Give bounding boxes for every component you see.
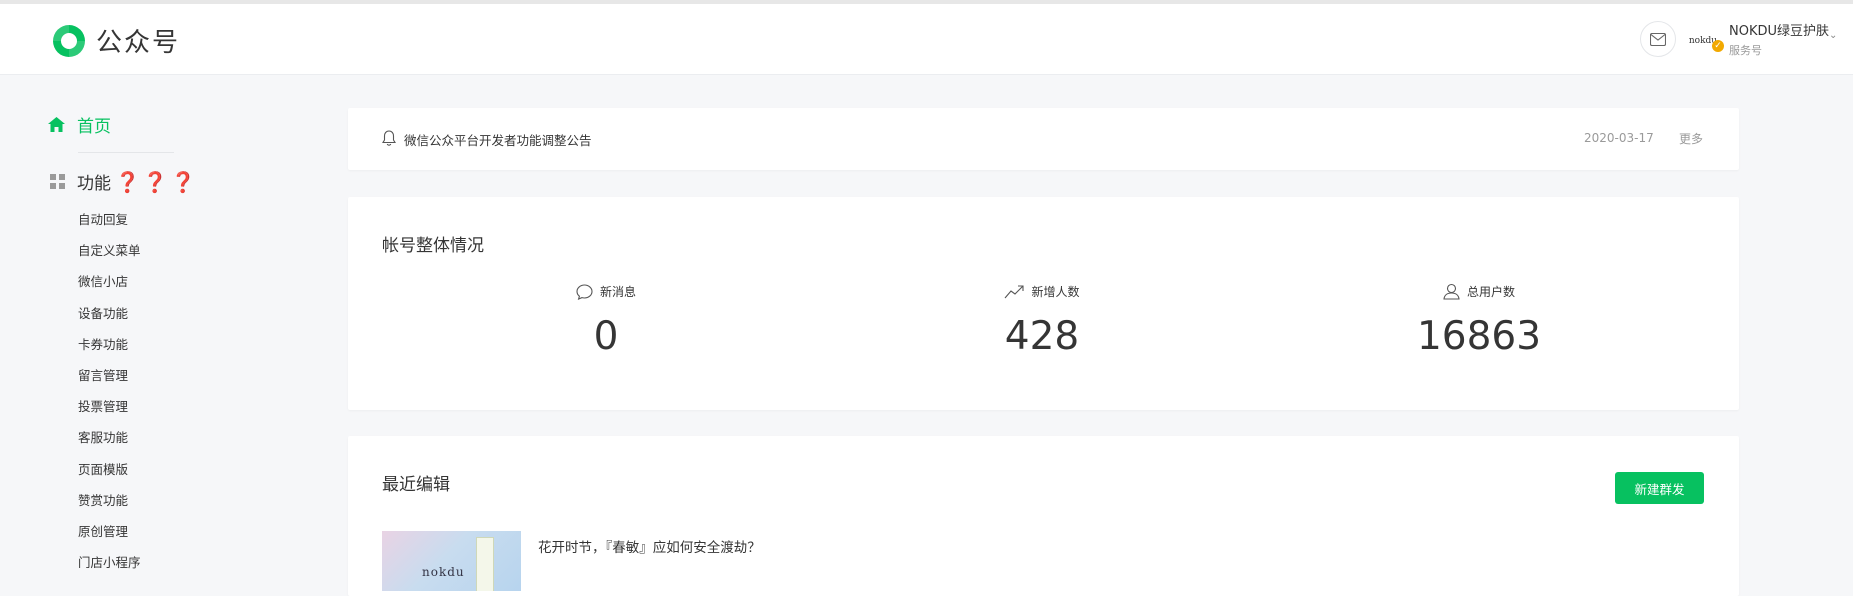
sidebar-section-label: 功能 — [77, 174, 111, 194]
new-broadcast-button[interactable]: 新建群发 — [1615, 472, 1704, 504]
recent-title: 最近编辑 — [382, 475, 450, 495]
sidebar-item-custom-menu[interactable]: 自定义菜单 — [78, 241, 141, 272]
trend-up-icon — [1005, 284, 1025, 298]
notice-card: 微信公众平台开发者功能调整公告 2020-03-17 更多 — [348, 108, 1739, 170]
stat-new-followers[interactable]: 新增人数 428 — [922, 283, 1162, 359]
article-title-link[interactable]: 花开时节，『春敏』应如何安全渡劫？ — [538, 536, 761, 556]
sidebar-item-coupons[interactable]: 卡券功能 — [78, 335, 141, 366]
brand-title: 公众号 — [96, 28, 181, 58]
stat-label-row: 总用户数 — [1359, 283, 1599, 300]
wechat-mp-logo-icon[interactable] — [49, 21, 89, 61]
stat-label: 新消息 — [599, 285, 636, 299]
question-marks: ❓❓❓ — [115, 169, 199, 194]
sidebar-item-wechat-shop[interactable]: 微信小店 — [78, 272, 141, 303]
sidebar-section-functions: 功能 ❓❓❓ — [50, 169, 199, 194]
stat-label-row: 新增人数 — [922, 283, 1162, 300]
sidebar-item-originals[interactable]: 原创管理 — [78, 522, 141, 553]
bell-icon — [382, 130, 396, 146]
article-thumbnail[interactable]: nokdu — [382, 531, 521, 591]
notice-date: 2020-03-17 — [1584, 131, 1654, 145]
header: 公众号 nokdu ✓ NOKDU绿豆护肤 服务号 ⌄ — [0, 4, 1853, 75]
sidebar-item-label: 首页 — [77, 117, 111, 137]
recent-edits-card: 最近编辑 新建群发 nokdu 花开时节，『春敏』应如何安全渡劫？ — [348, 436, 1739, 596]
sidebar-item-device[interactable]: 设备功能 — [78, 304, 141, 335]
sidebar-item-auto-reply[interactable]: 自动回复 — [78, 210, 141, 241]
more-link[interactable]: 更多 — [1679, 130, 1703, 147]
stat-label: 新增人数 — [1031, 285, 1080, 299]
stat-total-users[interactable]: 总用户数 16863 — [1359, 283, 1599, 359]
stat-label: 总用户数 — [1466, 285, 1515, 299]
account-type: 服务号 — [1729, 44, 1762, 57]
stat-new-messages[interactable]: 新消息 0 — [486, 283, 726, 359]
overview-title: 帐号整体情况 — [382, 236, 484, 256]
sidebar-item-store-mini-program[interactable]: 门店小程序 — [78, 553, 141, 584]
mail-icon — [1650, 32, 1666, 46]
chevron-down-icon[interactable]: ⌄ — [1829, 30, 1837, 41]
stat-value: 16863 — [1416, 314, 1542, 359]
home-icon — [48, 117, 65, 132]
stat-value: 0 — [593, 314, 619, 359]
user-icon — [1443, 283, 1460, 300]
stat-label-row: 新消息 — [486, 283, 726, 300]
account-overview-card: 帐号整体情况 新消息 0 新增人数 428 总用户数 16863 — [348, 197, 1739, 410]
sidebar-item-comments[interactable]: 留言管理 — [78, 366, 141, 397]
grid-icon — [50, 174, 65, 189]
sidebar-item-home[interactable]: 首页 — [48, 112, 111, 137]
account-name[interactable]: NOKDU绿豆护肤 — [1729, 20, 1829, 39]
sidebar-item-customer-service[interactable]: 客服功能 — [78, 428, 141, 459]
verified-badge-icon: ✓ — [1712, 40, 1724, 52]
notice-link[interactable]: 微信公众平台开发者功能调整公告 — [404, 130, 592, 149]
sidebar-item-rewards[interactable]: 赞赏功能 — [78, 491, 141, 522]
sidebar-divider — [78, 152, 174, 153]
chat-bubble-icon — [576, 283, 593, 300]
sidebar-item-votes[interactable]: 投票管理 — [78, 397, 141, 428]
thumbnail-product-shape — [476, 537, 494, 591]
mail-button[interactable] — [1640, 21, 1676, 57]
sidebar-sub-menu: 自动回复 自定义菜单 微信小店 设备功能 卡券功能 留言管理 投票管理 客服功能… — [78, 210, 141, 584]
sidebar-item-page-templates[interactable]: 页面模版 — [78, 460, 141, 491]
stat-value: 428 — [1004, 314, 1080, 359]
